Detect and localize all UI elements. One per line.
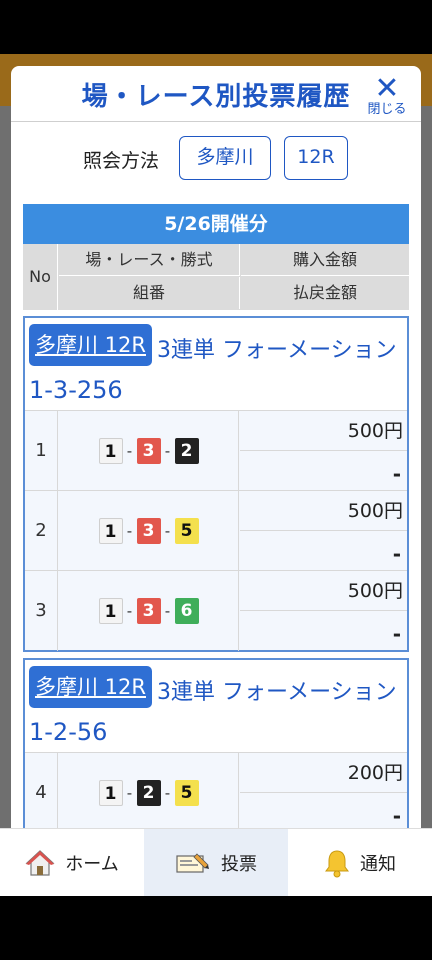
dash: - [126, 442, 133, 460]
row-no: 3 [25, 571, 58, 651]
table-header: No 場・レース・勝式 購入金額 組番 払戻金額 [23, 244, 409, 310]
bet-group-head: 多摩川 12R 3連単 フォーメーション 1-3-256 [25, 318, 407, 410]
payout-amount: - [392, 622, 401, 646]
combination-text: 1-2-56 [29, 718, 108, 746]
row-no: 4 [25, 753, 58, 828]
purchase-amount: 500円 [240, 571, 407, 611]
boat-number-chip: 3 [136, 518, 161, 544]
header-purchase-amount: 購入金額 [241, 244, 409, 276]
history-table[interactable]: 5/26開催分 No 場・レース・勝式 購入金額 組番 払戻金額 多摩川 12R… [23, 204, 409, 828]
system-bar [0, 896, 432, 960]
nav-item-home[interactable]: ホーム [0, 829, 144, 897]
ticket-icon [176, 853, 209, 873]
combination-chips: 1-3-2 [59, 411, 239, 491]
boat-number-chip: 1 [98, 598, 123, 624]
header-no: No [23, 244, 58, 310]
boat-number-chip: 1 [98, 518, 123, 544]
table-row: 4 1-2-5 200円 - [25, 752, 407, 828]
close-label: 閉じる [367, 102, 407, 117]
query-row: 照会方法 多摩川 12R [11, 134, 421, 182]
boat-number-chip: 1 [98, 438, 123, 464]
date-bar: 5/26開催分 [23, 204, 409, 244]
boat-number-chip: 6 [174, 598, 199, 624]
boat-number-chip: 1 [98, 780, 123, 806]
dash: - [164, 522, 171, 540]
boat-number-chip: 2 [174, 438, 199, 464]
nav-label-notifications: 通知 [360, 854, 396, 875]
header-payout-amount: 払戻金額 [292, 283, 357, 302]
combination-chips: 1-2-5 [59, 753, 239, 828]
table-row: 1 1-3-2 500円 - [25, 410, 407, 491]
bet-type: 3連単 フォーメーション [157, 338, 397, 363]
modal-title: 場・レース別投票履歴 [81, 82, 351, 112]
boat-number-chip: 3 [136, 438, 161, 464]
dash: - [126, 602, 133, 620]
bet-group: 多摩川 12R 3連単 フォーメーション 1-2-56 4 1-2-5 200円… [23, 658, 409, 828]
bet-group-head: 多摩川 12R 3連単 フォーメーション 1-2-56 [25, 660, 407, 752]
bet-history-modal: 場・レース別投票履歴 ✕ 閉じる 照会方法 多摩川 12R 5/26開催分 No… [11, 66, 421, 828]
query-label: 照会方法 [83, 150, 160, 172]
venue-button[interactable]: 多摩川 [179, 136, 271, 180]
payout-amount: - [392, 542, 401, 566]
combination-text: 1-3-256 [29, 376, 123, 404]
header-venue-race-type: 場・レース・勝式 [59, 244, 240, 276]
home-icon [25, 850, 55, 876]
venue-race-link[interactable]: 多摩川 12R [29, 666, 152, 708]
table-row: 2 1-3-5 500円 - [25, 490, 407, 571]
row-no: 1 [25, 411, 58, 491]
divider [11, 121, 421, 122]
nav-item-notifications[interactable]: 通知 [288, 829, 432, 897]
close-icon: ✕ [374, 71, 400, 106]
bet-type: 3連単 フォーメーション [157, 680, 397, 705]
purchase-amount: 200円 [240, 753, 407, 793]
boat-number-chip: 5 [174, 780, 199, 806]
header-combination: 組番 [59, 277, 240, 309]
row-no: 2 [25, 491, 58, 571]
payout-amount: - [392, 804, 401, 828]
race-button[interactable]: 12R [284, 136, 348, 180]
dash: - [164, 784, 171, 802]
close-button[interactable]: ✕ 閉じる [363, 71, 411, 120]
combination-chips: 1-3-5 [59, 491, 239, 571]
bet-group: 多摩川 12R 3連単 フォーメーション 1-3-256 1 1-3-2 500… [23, 316, 409, 652]
purchase-amount: 500円 [240, 411, 407, 451]
dash: - [164, 602, 171, 620]
payout-amount: - [392, 462, 401, 486]
combination-chips: 1-3-6 [59, 571, 239, 651]
boat-number-chip: 5 [174, 518, 199, 544]
dash: - [126, 784, 133, 802]
table-row: 3 1-3-6 500円 - [25, 570, 407, 651]
venue-race-link[interactable]: 多摩川 12R [29, 324, 152, 366]
boat-number-chip: 3 [136, 598, 161, 624]
nav-item-vote[interactable]: 投票 [144, 829, 288, 897]
bell-icon [325, 850, 349, 878]
bottom-nav: ホーム 投票 通知 [0, 828, 432, 897]
dash: - [126, 522, 133, 540]
nav-label-vote: 投票 [221, 854, 257, 875]
screen: { "modal": { "title": "場・レース別投票履歴", "clo… [0, 0, 432, 960]
boat-number-chip: 2 [136, 780, 161, 806]
nav-label-home: ホーム [65, 854, 119, 875]
purchase-amount: 500円 [240, 491, 407, 531]
dash: - [164, 442, 171, 460]
